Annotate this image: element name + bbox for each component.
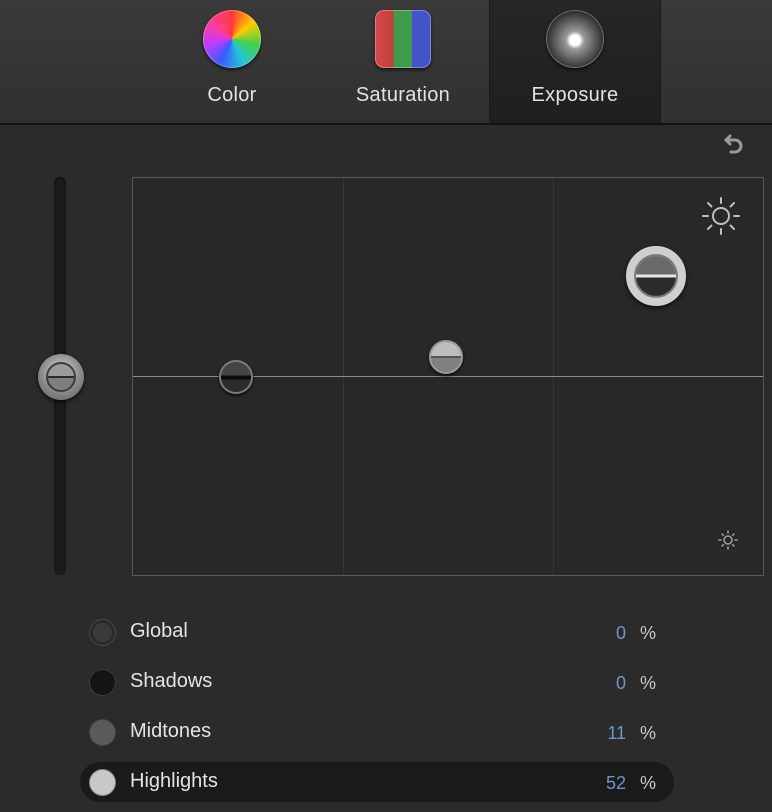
tab-saturation[interactable]: Saturation (318, 0, 488, 123)
dim-sun-icon (718, 530, 738, 550)
tab-exposure-label: Exposure (531, 84, 619, 106)
bright-sun-icon (702, 197, 740, 235)
channel-unit: % (639, 673, 656, 693)
tab-bar: Color Saturation Exposure (0, 0, 772, 125)
color-wheel-icon (203, 10, 261, 68)
channel-row-highlights[interactable]: Highlights 52 % (80, 762, 674, 802)
channel-value: 52 (605, 773, 626, 793)
channel-row-global[interactable]: Global 0 % (80, 612, 674, 652)
channel-name: Highlights (130, 770, 218, 792)
channel-name: Shadows (130, 670, 213, 692)
reset-arrow-icon[interactable] (722, 130, 746, 154)
midtones-swatch (90, 720, 115, 745)
global-slider-thumb[interactable] (38, 354, 84, 400)
highlights-swatch (90, 770, 115, 795)
tab-color-label: Color (207, 84, 257, 106)
channel-value: 11 (607, 723, 626, 743)
channel-unit: % (639, 623, 656, 643)
channel-name: Midtones (130, 720, 212, 742)
channel-value: 0 (615, 673, 626, 693)
channel-value: 0 (615, 623, 626, 643)
channel-row-midtones[interactable]: Midtones 11 % (80, 712, 674, 752)
tab-color[interactable]: Color (147, 0, 317, 123)
tab-saturation-label: Saturation (355, 84, 451, 106)
channel-row-shadows[interactable]: Shadows 0 % (80, 662, 674, 702)
channel-unit: % (639, 773, 656, 793)
channel-unit: % (639, 723, 656, 743)
tab-exposure[interactable]: Exposure (489, 0, 661, 123)
shadows-swatch (90, 670, 115, 695)
exposure-icon (546, 10, 604, 68)
shadows-handle[interactable] (219, 360, 253, 394)
exposure-grid[interactable] (132, 177, 764, 576)
midtones-handle[interactable] (429, 340, 463, 374)
channel-name: Global (130, 620, 188, 642)
saturation-bars-icon (375, 10, 431, 68)
highlights-handle[interactable] (626, 246, 686, 306)
global-swatch (90, 620, 115, 645)
